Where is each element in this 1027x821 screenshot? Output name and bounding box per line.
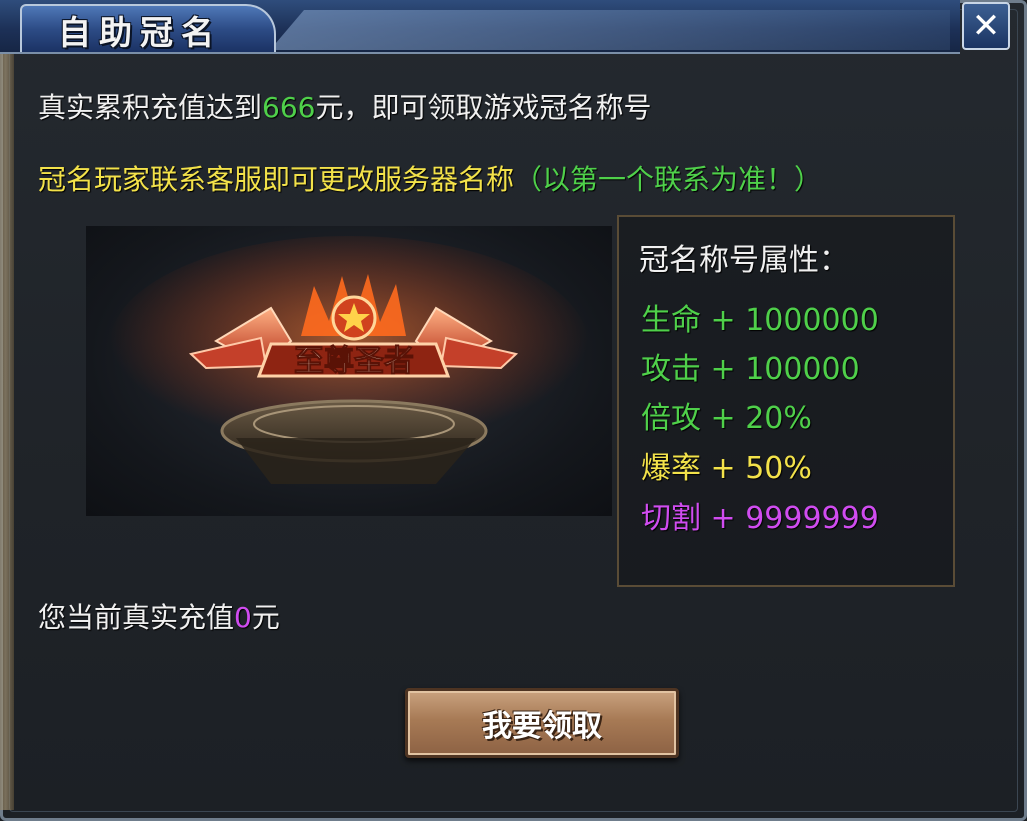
close-button[interactable]: ✕ <box>962 2 1010 50</box>
attribute-attack: 攻击 + 100000 <box>641 352 860 387</box>
badge-text: 至尊圣者 <box>294 344 414 379</box>
contact-note: （以第一个联系为准！） <box>514 163 823 196</box>
attribute-cut: 切割 + 9999999 <box>641 501 879 536</box>
claim-button[interactable]: 我要领取 <box>405 688 679 758</box>
title-attributes-panel: 冠名称号属性： 生命 + 1000000 攻击 + 100000 倍攻 + 20… <box>617 215 955 587</box>
recharge-requirement-text: 真实累积充值达到666元，即可领取游戏冠名称号 <box>38 91 652 124</box>
current-recharge-text: 您当前真实充值0元 <box>38 601 280 634</box>
title-bar: 自助冠名 <box>0 0 960 54</box>
window-title: 自助冠名 <box>58 13 222 52</box>
title-badge-illustration: 至尊圣者 <box>109 236 589 484</box>
title-badge-image: 至尊圣者 <box>86 226 612 516</box>
contact-service-text: 冠名玩家联系客服即可更改服务器名称（以第一个联系为准！） <box>38 163 823 196</box>
current-recharge-amount: 0 <box>234 601 252 634</box>
close-icon: ✕ <box>971 6 1001 46</box>
left-border-ornament <box>0 40 14 810</box>
required-amount: 666 <box>262 91 316 124</box>
title-bar-decoration <box>270 10 950 50</box>
claim-button-label: 我要领取 <box>482 709 602 744</box>
attribute-drop-rate: 爆率 + 50% <box>641 451 812 486</box>
attribute-damage-multiplier: 倍攻 + 20% <box>641 401 812 436</box>
attribute-life: 生命 + 1000000 <box>641 303 879 338</box>
attributes-title: 冠名称号属性： <box>639 243 849 278</box>
